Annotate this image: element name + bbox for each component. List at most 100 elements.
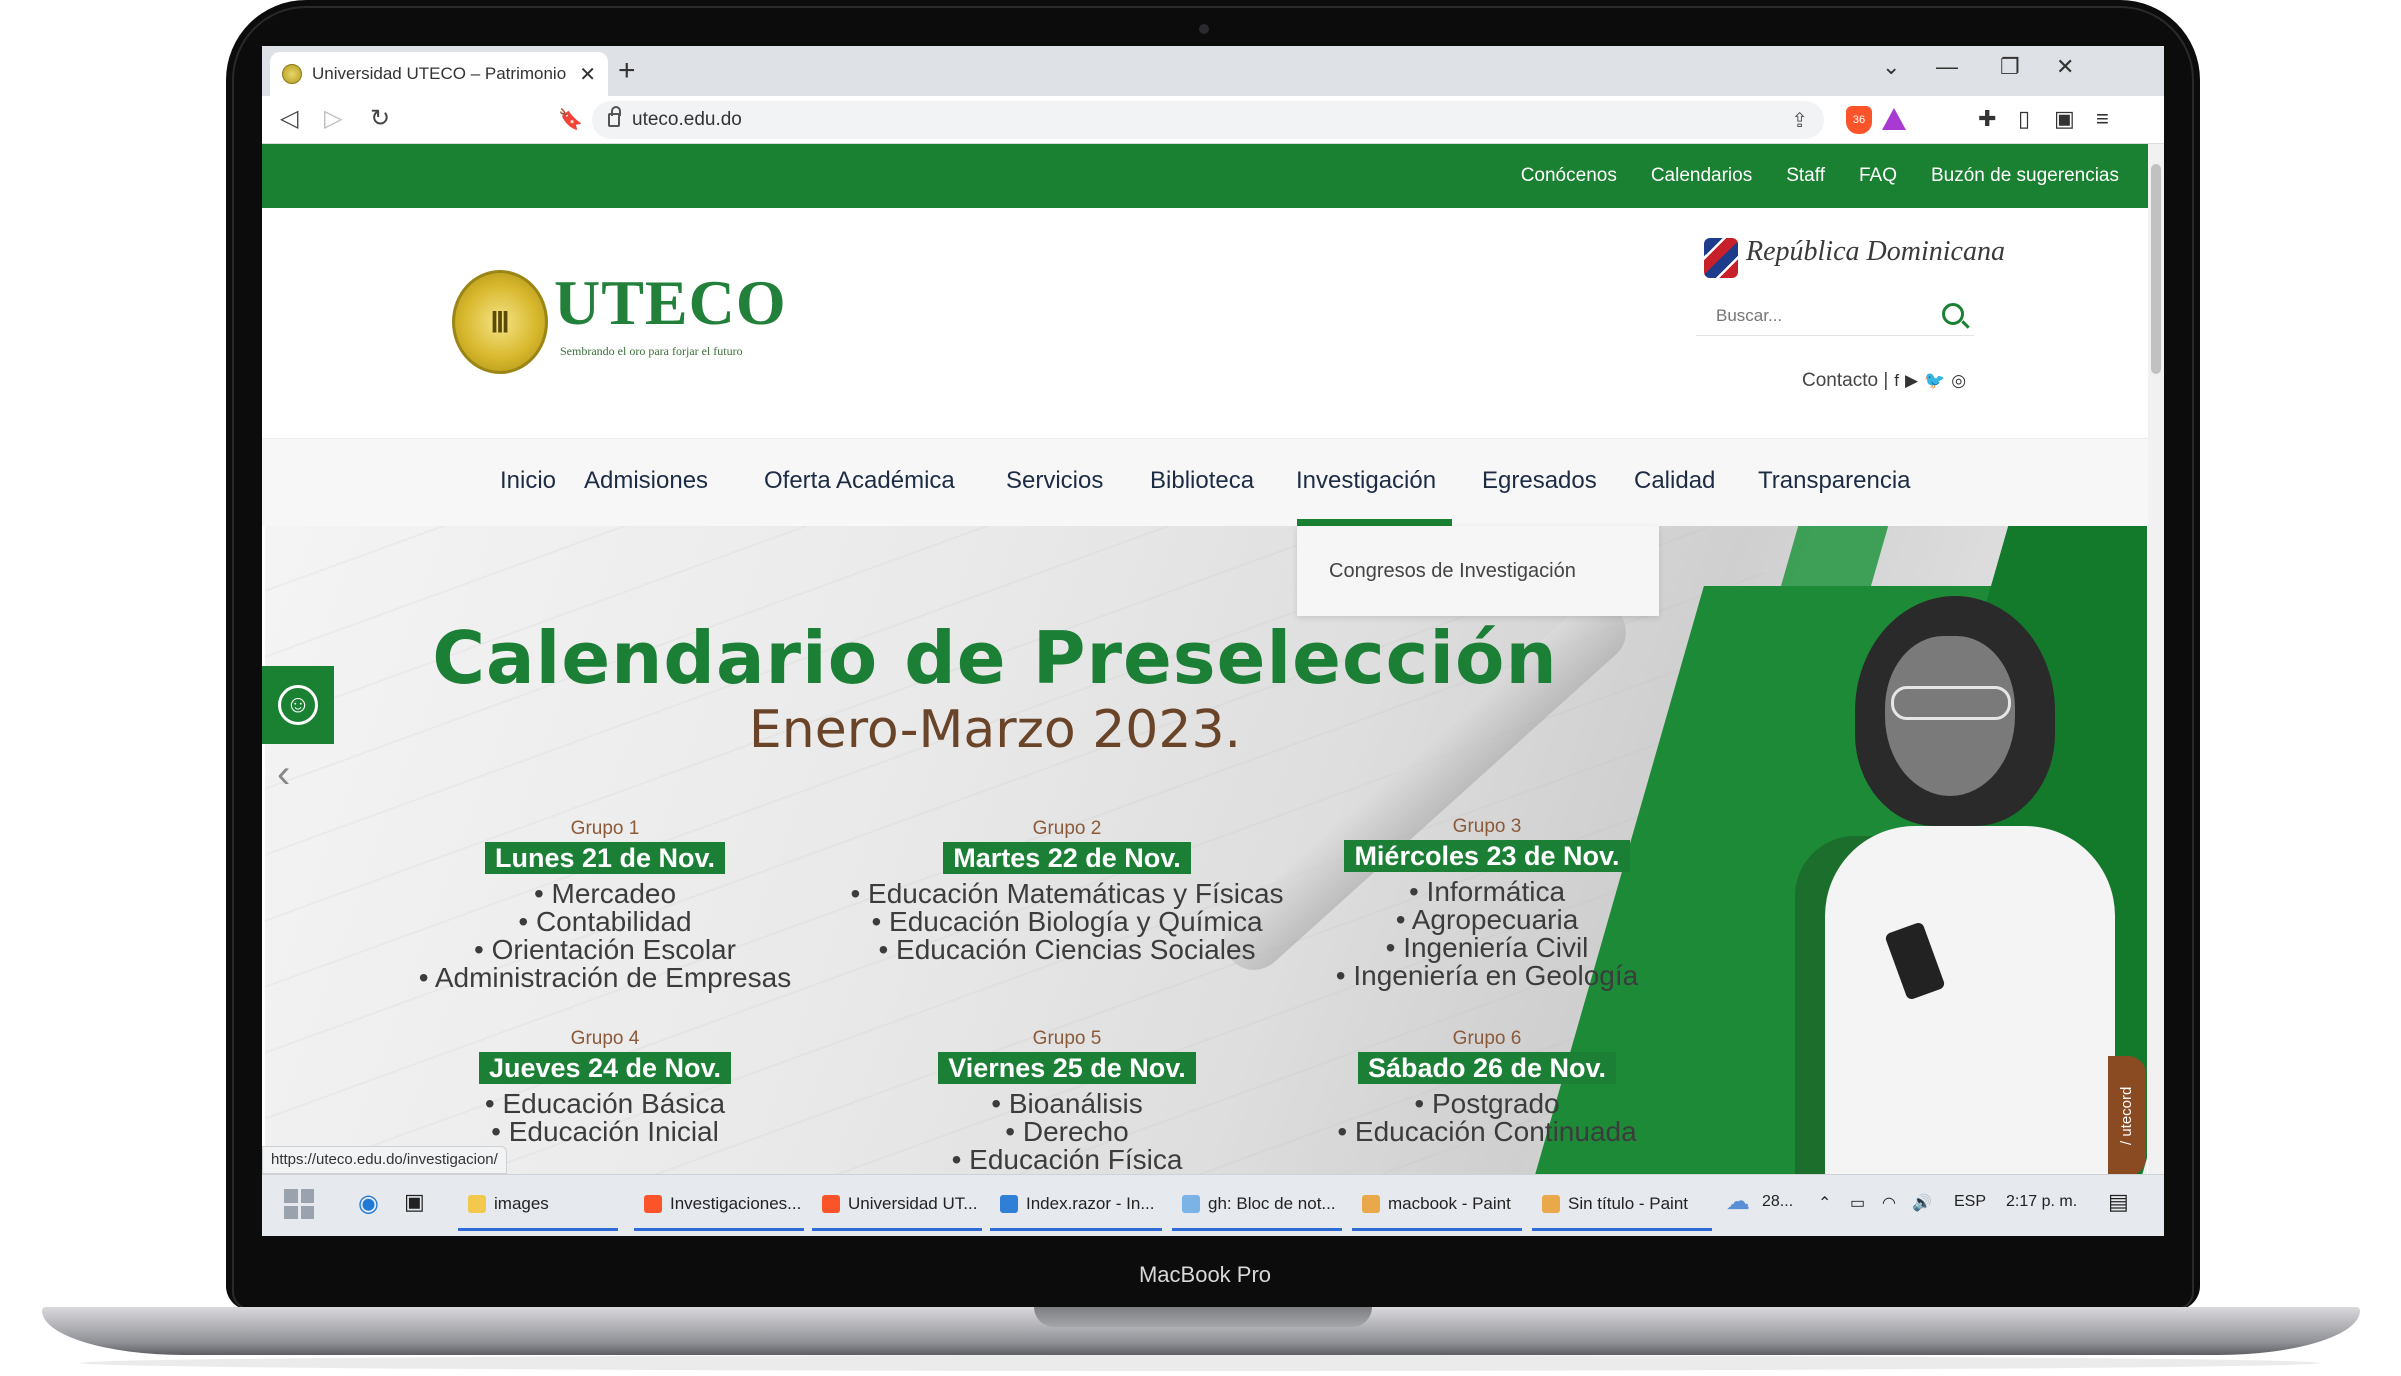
stage: MacBook Pro Universidad UTECO – Patrimon… — [0, 0, 2401, 1376]
topbar-link-buzon[interactable]: Buzón de sugerencias — [1931, 165, 2119, 187]
share-icon[interactable]: ⇪ — [1791, 108, 1808, 133]
topbar-link-calendarios[interactable]: Calendarios — [1651, 165, 1752, 187]
weather-temp[interactable]: 28... — [1762, 1193, 1793, 1211]
taskbar-app-paint-sintitulo[interactable]: Sin título - Paint — [1532, 1179, 1712, 1231]
task-view-icon[interactable] — [284, 1189, 314, 1219]
chevron-left-icon[interactable]: ‹ — [277, 752, 290, 797]
taskbar-app-label: Investigaciones... — [670, 1193, 802, 1213]
volume-icon[interactable]: 🔊 — [1912, 1193, 1932, 1213]
topbar-link-staff[interactable]: Staff — [1786, 165, 1825, 187]
taskbar-app-images[interactable]: images — [458, 1179, 618, 1231]
uteco-seal-logo[interactable]: Ⅲ — [452, 270, 548, 374]
tab-title: Universidad UTECO – Patrimonio — [312, 64, 567, 83]
group-label: Grupo 4 — [570, 1028, 640, 1049]
screen: Universidad UTECO – Patrimonio ✕ + ⌄ — ❐… — [262, 46, 2164, 1236]
extensions-icon[interactable]: ✚ — [1978, 106, 1996, 132]
close-tab-icon[interactable]: ✕ — [579, 62, 596, 87]
wifi-icon[interactable]: ◠ — [1882, 1193, 1896, 1213]
notepad-icon — [1182, 1194, 1200, 1213]
group-item: • Administración de Empresas — [418, 962, 792, 993]
browser-toolbar: ◁ ▷ ↻ 🔖 uteco.edu.do ⇪ 36 ✚ ▯ ▣ ≡ — [262, 96, 2164, 144]
taskbar-app-paint-macbook[interactable]: macbook - Paint — [1352, 1179, 1522, 1231]
group-card: Grupo 5 Viernes 25 de Nov. • Bioanálisis… — [837, 1028, 1297, 1174]
store-icon[interactable]: ▣ — [404, 1189, 425, 1215]
nav-biblioteca[interactable]: Biblioteca — [1150, 467, 1254, 495]
group-item: • Derecho — [1005, 1116, 1129, 1147]
photo-body — [1825, 826, 2115, 1176]
group-item: • Educación Básica — [484, 1088, 726, 1119]
reload-icon[interactable]: ↻ — [370, 104, 390, 133]
group-label: Grupo 5 — [1032, 1028, 1102, 1049]
topbar-link-faq[interactable]: FAQ — [1859, 165, 1897, 187]
taskbar-app-universidad[interactable]: Universidad UT... — [812, 1179, 982, 1231]
scroll-thumb[interactable] — [2151, 164, 2161, 374]
camera-icon — [1199, 24, 1209, 34]
group-item: • Ingeniería Civil — [1385, 932, 1589, 963]
new-tab-icon[interactable]: + — [618, 54, 636, 88]
search-input[interactable] — [1716, 305, 1926, 326]
utecord-tag: / utecord — [2108, 1056, 2146, 1176]
youtube-icon[interactable]: ▶ — [1905, 371, 1918, 391]
group-item: • Educación Física — [951, 1144, 1183, 1175]
nav-admisiones[interactable]: Admisiones — [584, 467, 708, 495]
menu-icon[interactable]: ≡ — [2096, 106, 2109, 132]
instagram-icon[interactable]: ◎ — [1951, 371, 1966, 391]
logo-name[interactable]: UTECO — [554, 266, 787, 340]
site-topbar: Conócenos Calendarios Staff FAQ Buzón de… — [262, 144, 2164, 208]
brave-shields-icon[interactable]: 36 — [1846, 106, 1872, 134]
main-nav: Inicio Admisiones Oferta Académica Servi… — [262, 438, 2164, 527]
language-indicator[interactable]: ESP — [1954, 1193, 1986, 1211]
search-icon[interactable] — [1942, 303, 1964, 325]
bookmark-icon[interactable]: 🔖 — [558, 107, 583, 132]
group-day: Viernes 25 de Nov. — [938, 1052, 1196, 1084]
group-item: • Agropecuaria — [1395, 904, 1579, 935]
nav-egresados[interactable]: Egresados — [1482, 467, 1597, 495]
group-day: Sábado 26 de Nov. — [1357, 1052, 1617, 1084]
nav-servicios[interactable]: Servicios — [1006, 467, 1103, 495]
taskbar-app-vscode[interactable]: Index.razor - In... — [990, 1179, 1162, 1231]
forward-icon[interactable]: ▷ — [324, 104, 342, 133]
nav-transparencia[interactable]: Transparencia — [1758, 467, 1911, 495]
brave-rewards-icon[interactable] — [1882, 108, 1906, 130]
browser-tab[interactable]: Universidad UTECO – Patrimonio ✕ — [270, 52, 608, 96]
close-window-icon[interactable]: ✕ — [2056, 54, 2074, 80]
sidebar-icon[interactable]: ▯ — [2018, 106, 2030, 132]
group-card: Grupo 4 Jueves 24 de Nov. • Educación Bá… — [375, 1028, 835, 1146]
topbar-link-conocenos[interactable]: Conócenos — [1521, 165, 1617, 187]
facebook-icon[interactable]: f — [1894, 371, 1899, 391]
minimize-icon[interactable]: — — [1936, 54, 1958, 80]
clock[interactable]: 2:17 p. m. — [2006, 1193, 2077, 1211]
nav-oferta-academica[interactable]: Oferta Académica — [764, 467, 955, 495]
address-bar[interactable]: uteco.edu.do ⇪ — [592, 101, 1824, 139]
coat-of-arms-icon — [1704, 238, 1738, 278]
logo-tagline: Sembrando el oro para forjar el futuro — [560, 344, 743, 358]
nav-calidad[interactable]: Calidad — [1634, 467, 1715, 495]
contacto-link[interactable]: Contacto | — [1802, 370, 1888, 392]
edge-icon[interactable]: ◉ — [358, 1189, 379, 1218]
group-items: • Postgrado • Educación Continuada — [1287, 1090, 1687, 1146]
nav-inicio[interactable]: Inicio — [500, 467, 556, 495]
group-item: • Educación Inicial — [491, 1116, 719, 1147]
chevron-up-icon[interactable]: ⌃ — [1818, 1193, 1831, 1213]
weather-icon[interactable]: ☁ — [1726, 1187, 1750, 1216]
chevron-down-icon[interactable]: ⌄ — [1882, 54, 1900, 80]
wallet-icon[interactable]: ▣ — [2054, 106, 2075, 132]
group-day: Miércoles 23 de Nov. — [1344, 840, 1630, 872]
back-icon[interactable]: ◁ — [280, 104, 298, 133]
accessibility-button[interactable]: ☺ — [262, 666, 334, 744]
republica-label: República Dominicana — [1746, 236, 2005, 267]
twitter-icon[interactable]: 🐦 — [1924, 371, 1945, 391]
taskbar-app-notepad[interactable]: gh: Bloc de not... — [1172, 1179, 1342, 1231]
paint-icon — [1542, 1194, 1560, 1213]
restore-icon[interactable]: ❐ — [2000, 54, 2020, 80]
battery-icon[interactable]: ▭ — [1850, 1193, 1865, 1213]
taskbar-app-label: images — [494, 1193, 549, 1213]
taskbar-app-investigaciones[interactable]: Investigaciones... — [634, 1179, 804, 1231]
accessibility-icon: ☺ — [278, 685, 318, 725]
group-card: Grupo 2 Martes 22 de Nov. • Educación Ma… — [787, 818, 1347, 964]
notifications-icon[interactable]: ▤ — [2108, 1189, 2129, 1215]
scrollbar[interactable] — [2148, 144, 2164, 1176]
favicon-icon — [282, 64, 302, 84]
nav-investigacion[interactable]: Investigación — [1296, 467, 1436, 495]
dropdown-item-congresos[interactable]: Congresos de Investigación — [1329, 560, 1576, 583]
